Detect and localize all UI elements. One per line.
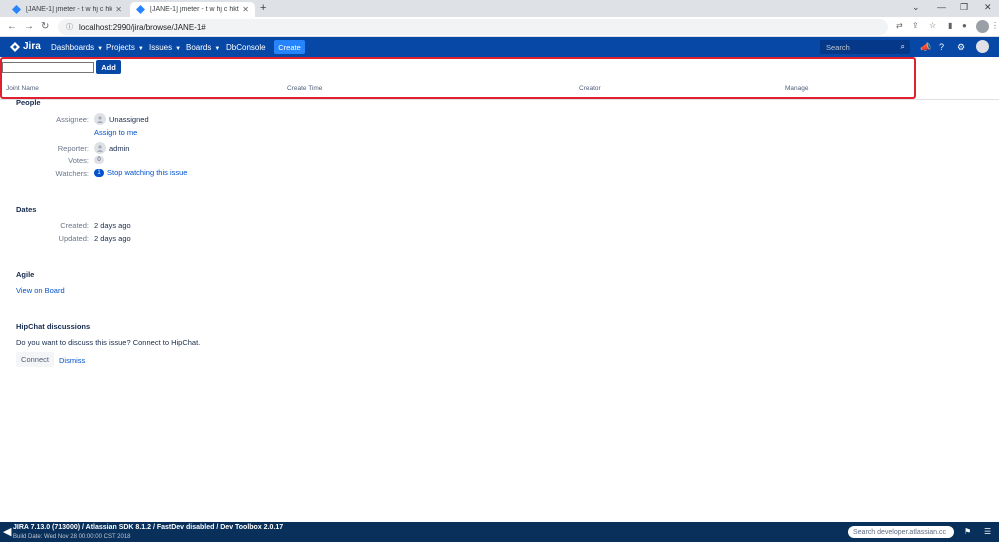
nav-projects[interactable]: Projects ▼: [106, 43, 144, 52]
flag-icon[interactable]: ⚑: [964, 527, 971, 536]
star-icon[interactable]: ☆: [929, 21, 936, 30]
browser-tab-title: [JANE-1] jmeter - t w hj c hktz...: [150, 6, 240, 13]
help-icon[interactable]: ?: [939, 42, 944, 52]
watchers-label: Watchers:: [55, 169, 89, 178]
dev-toolbar-footer: ◀ JIRA 7.13.0 (713000) / Atlassian SDK 8…: [0, 522, 999, 542]
stop-watching-link[interactable]: Stop watching this issue: [107, 168, 187, 177]
user-avatar[interactable]: [976, 40, 989, 53]
joint-name-input[interactable]: [2, 62, 94, 73]
dates-heading: Dates: [16, 205, 37, 214]
jira-logo-text: Jira: [23, 41, 41, 52]
restore-icon[interactable]: ❐: [960, 2, 968, 13]
nav-dbconsole[interactable]: DbConsole: [226, 43, 266, 52]
assignee-label: Assignee:: [56, 115, 89, 124]
assignee-value: Unassigned: [94, 113, 149, 125]
profile-icon[interactable]: ●: [962, 21, 967, 30]
create-button[interactable]: Create: [274, 40, 305, 54]
jira-logo[interactable]: Jira: [10, 41, 41, 52]
megaphone-icon[interactable]: 📣: [920, 42, 931, 53]
footer-version-text: JIRA 7.13.0 (713000) / Atlassian SDK 8.1…: [13, 524, 284, 531]
translate-icon[interactable]: ⇄: [896, 21, 903, 30]
share-icon[interactable]: ⇪: [912, 21, 919, 30]
developer-search-placeholder: Search developer.atlassian.cc: [853, 528, 946, 536]
search-input[interactable]: Search ⌕: [820, 40, 910, 54]
browser-tab-title: [JANE-1] jmeter - t w hj c hktz...: [26, 6, 113, 13]
browser-tab-2[interactable]: [JANE-1] jmeter - t w hj c hktz... ✕: [130, 2, 255, 17]
nav-boards[interactable]: Boards ▼: [186, 43, 220, 52]
votes-label: Votes:: [68, 156, 89, 165]
updated-label: Updated:: [58, 234, 89, 243]
watchers-count-badge[interactable]: 1: [94, 168, 104, 177]
user-icon: [94, 113, 106, 125]
url-text: localhost:2990/jira/browse/JANE-1#: [79, 22, 206, 32]
votes-count-badge: 0: [94, 156, 104, 164]
minimize-icon[interactable]: —: [937, 2, 946, 12]
column-header-manage: Manage: [785, 85, 809, 92]
reporter-label: Reporter:: [57, 144, 89, 153]
footer-build-date: Build Date: Wed Nov 28 00:00:00 CST 2018: [13, 534, 131, 540]
column-header-creator: Creator: [579, 85, 601, 92]
reporter-value: admin: [94, 142, 129, 154]
search-placeholder: Search: [826, 42, 850, 52]
nav-label: Dashboards: [51, 43, 95, 52]
column-header-create-time: Create Time: [287, 85, 323, 92]
created-value: 2 days ago: [94, 221, 131, 230]
people-heading: People: [16, 98, 41, 107]
nav-label: Boards: [186, 43, 212, 52]
votes-value[interactable]: 0: [94, 156, 107, 164]
chrome-avatar[interactable]: [976, 20, 989, 33]
divider: [0, 99, 999, 100]
jira-header: Jira Dashboards ▼ Projects ▼ Issues ▼ Board…: [0, 37, 999, 57]
close-icon[interactable]: ✕: [115, 5, 122, 14]
connect-button[interactable]: Connect: [16, 352, 54, 367]
agile-heading: Agile: [16, 270, 35, 279]
browser-tab-1[interactable]: [JANE-1] jmeter - t w hj c hktz... ✕: [6, 2, 128, 17]
jira-logo-icon: [10, 41, 20, 52]
info-icon[interactable]: ⓘ: [66, 22, 73, 32]
jira-favicon-icon: [136, 5, 145, 14]
chevron-down-icon: ▼: [214, 46, 221, 52]
forward-icon[interactable]: →: [24, 21, 34, 32]
browser-toolbar: ← → ↻ ⓘ localhost:2990/jira/browse/JANE-…: [0, 17, 999, 37]
new-tab-button[interactable]: +: [260, 2, 266, 14]
hipchat-prompt: Do you want to discuss this issue? Conne…: [16, 338, 201, 347]
address-bar[interactable]: ⓘ localhost:2990/jira/browse/JANE-1#: [58, 19, 888, 35]
add-button[interactable]: Add: [96, 60, 121, 74]
nav-issues[interactable]: Issues ▼: [149, 43, 181, 52]
created-label: Created:: [60, 221, 89, 230]
joint-panel: Add Joint Name Create Time Creator Manag…: [0, 57, 916, 99]
gear-icon[interactable]: ⚙: [957, 42, 965, 53]
chevron-down-icon: ▼: [97, 46, 104, 52]
watchers-value: 1 Stop watching this issue: [94, 168, 187, 177]
close-icon[interactable]: ✕: [242, 5, 249, 14]
assign-to-me-link[interactable]: Assign to me: [94, 128, 137, 137]
nav-dashboards[interactable]: Dashboards ▼: [51, 43, 103, 52]
column-header-joint-name: Joint Name: [6, 85, 39, 92]
browser-tab-strip: [JANE-1] jmeter - t w hj c hktz... ✕ [JA…: [0, 0, 999, 17]
dismiss-link[interactable]: Dismiss: [59, 356, 85, 365]
reload-icon[interactable]: ↻: [41, 21, 49, 32]
window-close-icon[interactable]: ✕: [984, 2, 992, 13]
assignee-name: Unassigned: [109, 114, 149, 124]
reporter-name[interactable]: admin: [109, 144, 129, 153]
chevron-down-icon: ▼: [137, 46, 144, 52]
developer-search-input[interactable]: Search developer.atlassian.cc: [848, 526, 954, 538]
user-icon: [94, 142, 106, 154]
jira-favicon-icon: [12, 5, 21, 14]
nav-label: Issues: [149, 43, 173, 52]
hipchat-heading: HipChat discussions: [16, 322, 91, 331]
menu-lines-icon[interactable]: ☰: [984, 527, 991, 536]
nav-label: Projects: [106, 43, 135, 52]
menu-icon[interactable]: ⋮: [991, 21, 999, 30]
collapse-arrow-icon[interactable]: ◀: [3, 525, 11, 538]
search-icon: ⌕: [900, 42, 905, 51]
view-on-board-link[interactable]: View on Board: [16, 286, 65, 295]
back-icon[interactable]: ←: [7, 21, 17, 32]
chevron-down-icon[interactable]: ⌄: [912, 2, 920, 13]
side-panel-icon[interactable]: ▮: [948, 21, 952, 30]
chevron-down-icon: ▼: [175, 46, 182, 52]
updated-value: 2 days ago: [94, 234, 131, 243]
